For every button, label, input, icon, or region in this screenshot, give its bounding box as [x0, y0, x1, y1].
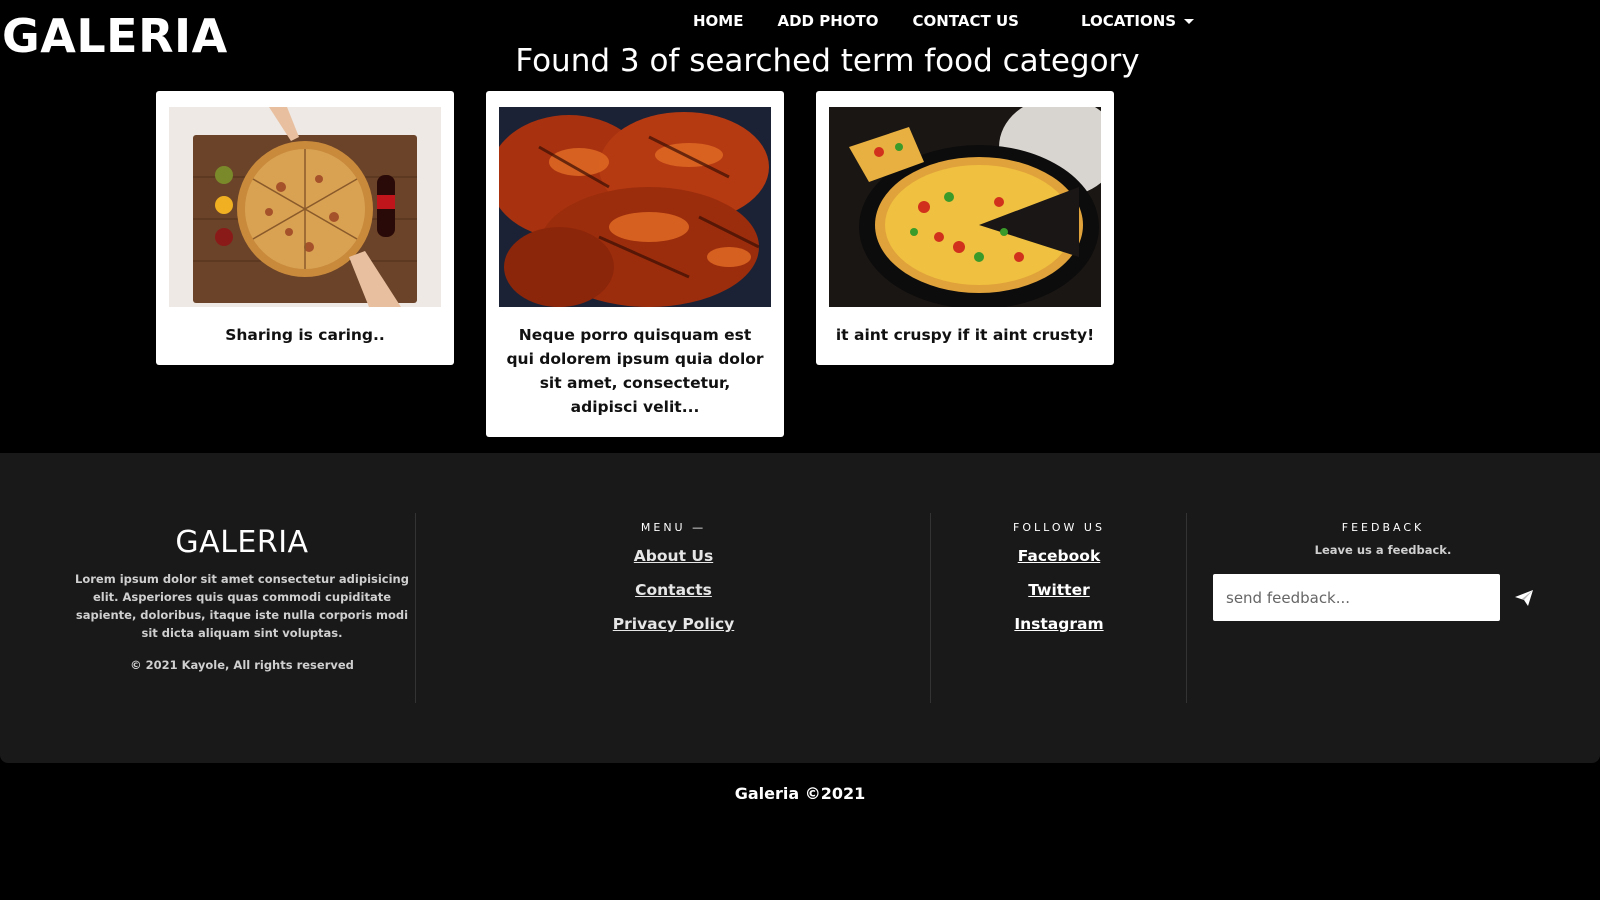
footer-link-contacts[interactable]: Contacts: [416, 579, 931, 602]
footer-link-about-us[interactable]: About Us: [416, 545, 931, 568]
footer-follow: FOLLOW US Facebook Twitter Instagram: [930, 513, 1187, 703]
paper-plane-icon[interactable]: [1514, 589, 1534, 607]
feedback-input[interactable]: [1213, 574, 1500, 621]
photo-grid: Sharing is caring.. Neque porro quisquam…: [156, 91, 1146, 437]
card-caption: it aint cruspy if it aint crusty!: [835, 326, 1095, 344]
footer-link-facebook[interactable]: Facebook: [931, 545, 1187, 568]
footer-link-privacy-policy[interactable]: Privacy Policy: [416, 613, 931, 636]
feedback-form: [1213, 574, 1579, 621]
photo-card[interactable]: Sharing is caring..: [156, 91, 454, 365]
main-nav: HOME ADD PHOTO CONTACT US LOCATIONS: [693, 10, 1195, 32]
footer-about: GALERIA Lorem ipsum dolor sit amet conse…: [42, 513, 442, 703]
footer-feedback: FEEDBACK Leave us a feedback.: [1186, 513, 1579, 703]
photo-card[interactable]: it aint cruspy if it aint crusty!: [816, 91, 1114, 365]
footer-follow-heading: FOLLOW US: [1013, 521, 1105, 534]
card-caption: Sharing is caring..: [225, 326, 385, 344]
caret-down-icon: [1184, 18, 1195, 24]
grilled-chicken-photo[interactable]: [499, 107, 771, 307]
footer-brand: GALERIA: [175, 525, 309, 560]
footer-menu: MENU — About Us Contacts Privacy Policy: [415, 513, 931, 703]
nav-add-photo[interactable]: ADD PHOTO: [777, 10, 878, 32]
search-result-title: Found 3 of searched term food category: [515, 43, 1140, 79]
pizza-sharing-photo[interactable]: [169, 107, 441, 307]
footer-link-twitter[interactable]: Twitter: [931, 579, 1187, 602]
nav-contact-us[interactable]: CONTACT US: [913, 10, 1019, 32]
footer-link-instagram[interactable]: Instagram: [931, 613, 1187, 636]
footer-description: Lorem ipsum dolor sit amet consectetur a…: [75, 572, 409, 640]
photo-card[interactable]: Neque porro quisquam est qui dolorem ips…: [486, 91, 784, 437]
bottom-copyright: Galeria ©2021: [734, 784, 866, 803]
footer-copyright: © 2021 Kayole, All rights reserved: [130, 658, 354, 672]
nav-locations-label: LOCATIONS: [1080, 12, 1177, 30]
footer-feedback-heading: FEEDBACK: [1341, 521, 1425, 534]
card-caption: Neque porro quisquam est qui dolorem ips…: [506, 326, 764, 416]
footer-feedback-subtext: Leave us a feedback.: [1314, 543, 1452, 557]
footer: GALERIA Lorem ipsum dolor sit amet conse…: [0, 453, 1600, 763]
nav-locations-dropdown[interactable]: LOCATIONS: [1080, 10, 1195, 32]
nav-home[interactable]: HOME: [693, 10, 743, 32]
footer-menu-heading: MENU —: [640, 521, 707, 534]
pan-pizza-photo[interactable]: [829, 107, 1101, 307]
